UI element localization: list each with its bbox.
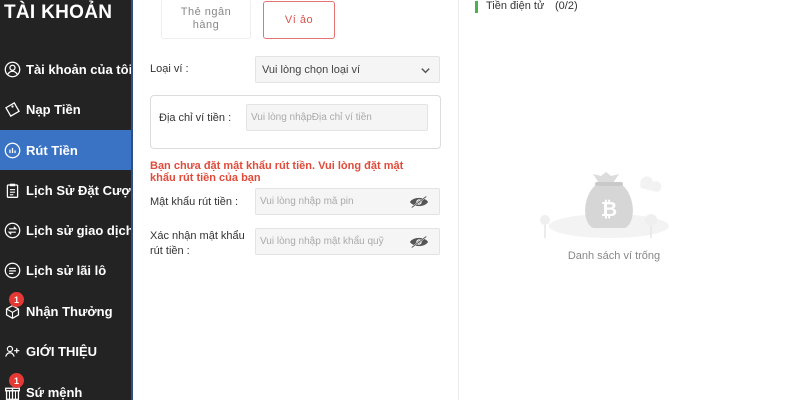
wallet-list-panel: Tiền điện tử (0/2) ₿ Danh sách ví trống bbox=[458, 0, 800, 400]
sidebar-item-label: Nạp Tiền bbox=[26, 101, 81, 117]
sidebar-item-transaction-history[interactable]: Lịch sử giao dịch bbox=[0, 210, 131, 250]
wallet-type-label: Loại ví : bbox=[150, 63, 189, 75]
wallet-address-placeholder: Vui lòng nhậpĐịa chỉ ví tiền bbox=[251, 112, 372, 123]
sidebar-item-deposit[interactable]: Nạp Tiền bbox=[0, 89, 131, 129]
sidebar-item-label: Tài khoản của tôi bbox=[26, 61, 133, 77]
crypto-wallet-count: (0/2) bbox=[555, 0, 578, 12]
sidebar-item-label: Lịch sử lãi lô bbox=[26, 262, 107, 278]
password-warning: Bạn chưa đặt mật khẩu rút tiền. Vui lòng… bbox=[150, 160, 404, 184]
sidebar-item-label: Sứ mệnh bbox=[26, 384, 83, 400]
app-root: TÀI KHOẢN Tài khoản của tôi Nạp Tiền Rút… bbox=[0, 0, 800, 400]
notification-badge: 1 bbox=[9, 292, 24, 307]
list-circle-icon bbox=[3, 261, 21, 279]
referral-users-icon bbox=[3, 342, 21, 360]
tab-virtual-wallet[interactable]: Ví ảo bbox=[263, 1, 335, 39]
user-circle-icon bbox=[3, 60, 21, 78]
wallet-type-select[interactable]: Vui lòng chọn loại ví bbox=[255, 56, 440, 83]
sidebar-item-withdraw[interactable]: Rút Tiền bbox=[0, 130, 131, 170]
eye-hidden-icon[interactable] bbox=[409, 235, 429, 249]
sidebar-item-bet-history[interactable]: Lịch Sử Đặt Cược bbox=[0, 170, 131, 210]
sidebar-title: TÀI KHOẢN bbox=[4, 2, 113, 23]
wallet-address-label: Địa chỉ ví tiền : bbox=[159, 112, 232, 124]
sidebar: TÀI KHOẢN Tài khoản của tôi Nạp Tiền Rút… bbox=[0, 0, 133, 400]
tab-label: Thẻ ngân hàng bbox=[180, 6, 232, 31]
section-indicator-bar bbox=[475, 1, 478, 13]
confirm-pin-placeholder: Vui lòng nhập mật khẩu quỹ bbox=[260, 236, 384, 247]
wallet-address-input[interactable]: Vui lòng nhậpĐịa chỉ ví tiền bbox=[246, 104, 428, 131]
withdraw-pin-label: Mật khẩu rút tiền : bbox=[150, 196, 239, 208]
sidebar-item-label: Rút Tiền bbox=[26, 142, 78, 158]
sidebar-item-label: Lịch Sử Đặt Cược bbox=[26, 182, 133, 198]
sidebar-item-label: Lịch sử giao dịch bbox=[26, 222, 133, 238]
confirm-pin-label: Xác nhận mật khẩu rút tiền : bbox=[150, 230, 245, 257]
withdraw-form-panel: Thẻ ngân hàng Ví ảo Loại ví : Vui lòng c… bbox=[135, 0, 458, 400]
withdraw-chart-icon bbox=[3, 141, 21, 159]
confirm-pin-input[interactable]: Vui lòng nhập mật khẩu quỹ bbox=[255, 228, 440, 255]
sidebar-item-label: GIỚI THIỆU bbox=[26, 343, 98, 359]
empty-wallet-text: Danh sách ví trống bbox=[567, 250, 661, 262]
tab-label: Ví ảo bbox=[284, 13, 314, 26]
sidebar-item-lottery-history[interactable]: Lịch sử lãi lô bbox=[0, 250, 131, 290]
eye-hidden-icon[interactable] bbox=[409, 195, 429, 209]
wallet-address-group: Địa chỉ ví tiền : Vui lòng nhậpĐịa chỉ v… bbox=[150, 95, 441, 149]
transaction-swap-icon bbox=[3, 221, 21, 239]
sidebar-item-mission[interactable]: Sứ mệnh 1 bbox=[0, 372, 131, 400]
sidebar-item-rewards[interactable]: Nhận Thưởng 1 bbox=[0, 291, 131, 331]
clipboard-icon bbox=[3, 181, 21, 199]
sidebar-item-label: Nhận Thưởng bbox=[26, 303, 113, 319]
sidebar-item-referral[interactable]: GIỚI THIỆU bbox=[0, 331, 131, 371]
notification-badge: 1 bbox=[9, 373, 24, 388]
withdraw-pin-input[interactable]: Vui lòng nhập mã pin bbox=[255, 188, 440, 215]
bitcoin-symbol: ₿ bbox=[601, 197, 617, 221]
wallet-type-value: Vui lòng chọn loại ví bbox=[262, 63, 361, 76]
withdraw-pin-placeholder: Vui lòng nhập mã pin bbox=[260, 196, 354, 207]
empty-wallet-bitcoin-bag-icon: ₿ bbox=[540, 172, 669, 238]
crypto-section-label: Tiền điện tử bbox=[486, 0, 545, 12]
deposit-tag-icon bbox=[3, 100, 21, 118]
tab-bank-card[interactable]: Thẻ ngân hàng bbox=[161, 0, 251, 39]
sidebar-item-my-account[interactable]: Tài khoản của tôi bbox=[0, 49, 131, 89]
chevron-down-icon bbox=[421, 68, 430, 74]
